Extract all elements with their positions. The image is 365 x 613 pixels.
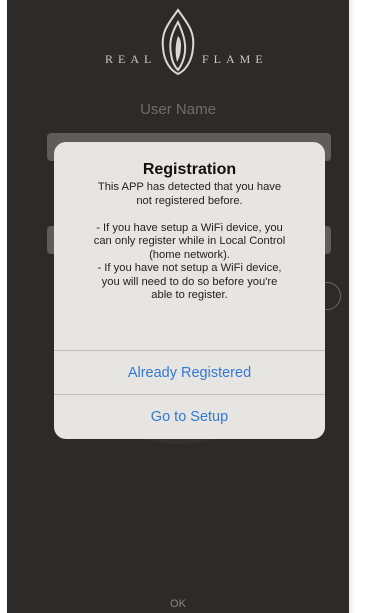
app-screen: REAL FLAME User Name OK Registration Thi… — [7, 0, 349, 613]
alert-message: This APP has detected that you have not … — [93, 181, 286, 301]
go-to-setup-button[interactable]: Go to Setup — [54, 395, 325, 439]
ok-button[interactable]: OK — [7, 598, 349, 610]
flame-icon — [161, 8, 195, 76]
real-flame-logo: REAL FLAME — [7, 8, 349, 88]
logo-word-flame: FLAME — [202, 52, 268, 66]
alert-title: Registration — [142, 161, 237, 178]
already-registered-button[interactable]: Already Registered — [54, 351, 325, 395]
screen-edge-shadow — [349, 0, 355, 613]
username-label: User Name — [140, 101, 216, 118]
logo-word-real: REAL — [105, 52, 157, 66]
registration-alert: Registration This APP has detected that … — [54, 142, 325, 439]
